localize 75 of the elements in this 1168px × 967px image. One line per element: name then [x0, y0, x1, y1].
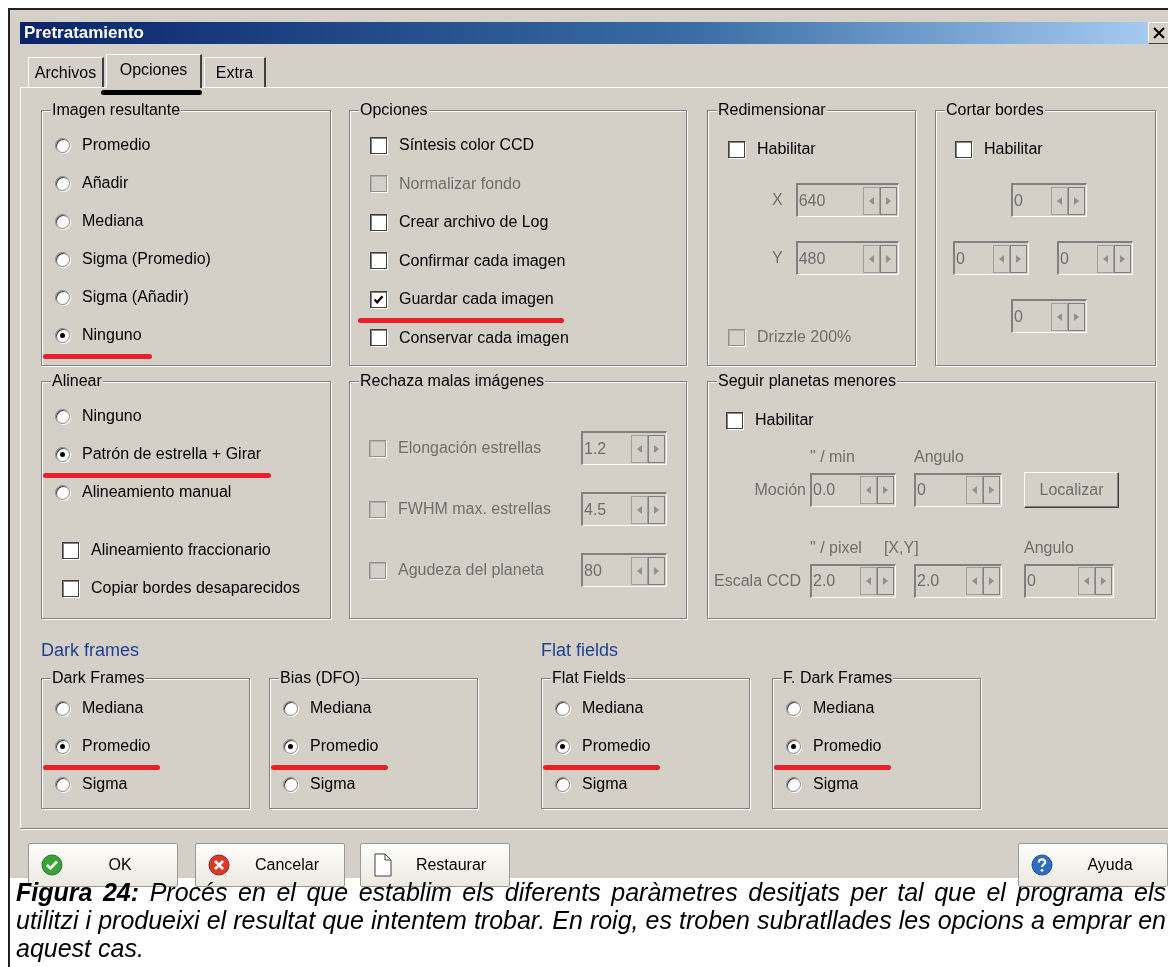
option-label[interactable]: Mediana	[310, 699, 372, 717]
option-label[interactable]: Sigma	[813, 775, 859, 793]
group-title: Bias (DFO)	[279, 668, 361, 688]
checkbox[interactable]	[370, 213, 387, 231]
option-label[interactable]: Mediana	[582, 699, 644, 717]
radio-button[interactable]	[786, 738, 801, 754]
close-icon	[1153, 27, 1165, 39]
option-label[interactable]: Promedio	[813, 737, 882, 755]
tab[interactable]: Archivos	[28, 57, 104, 87]
option-label[interactable]: Mediana	[82, 212, 144, 230]
option-label[interactable]: Promedio	[82, 737, 151, 755]
radio-button[interactable]	[55, 776, 70, 792]
checkbox[interactable]	[370, 329, 387, 346]
group-title: Rechaza malas imágenes	[359, 371, 546, 391]
field-label: Y	[772, 249, 783, 267]
checkbox-label[interactable]: Habilitar	[757, 140, 816, 158]
option-label[interactable]: Ninguno	[82, 407, 142, 425]
section-heading: Dark frames	[41, 640, 140, 660]
checkbox-label[interactable]: Habilitar	[984, 140, 1043, 158]
radio-button[interactable]	[555, 738, 570, 754]
option-label[interactable]: Promedio	[310, 737, 379, 755]
option-label[interactable]: Sigma (Promedio)	[82, 250, 211, 268]
radio-button[interactable]	[283, 776, 298, 792]
checkbox-label[interactable]: Síntesis color CCD	[399, 136, 535, 154]
tab[interactable]: Extra	[204, 57, 266, 87]
option-label[interactable]: Ninguno	[82, 326, 142, 344]
radio-button[interactable]	[786, 776, 801, 792]
group-title: Seguir planetas menores	[717, 371, 897, 391]
checkmark-icon	[373, 293, 384, 305]
radio-button[interactable]	[555, 700, 570, 716]
checkbox[interactable]	[62, 541, 79, 559]
checkbox-label[interactable]: Conservar cada imagen	[399, 328, 569, 347]
field-label: Angulo	[1024, 538, 1075, 557]
checkbox-label[interactable]: Copiar bordes desaparecidos	[91, 579, 300, 597]
option-label[interactable]: Promedio	[82, 136, 151, 154]
radio-button[interactable]	[55, 446, 70, 462]
checkbox[interactable]	[370, 290, 387, 308]
option-label[interactable]: Promedio	[582, 737, 651, 755]
option-label[interactable]: Añadir	[82, 174, 129, 192]
option-label[interactable]: Alineamiento manual	[82, 483, 232, 501]
window-title: Pretratamiento	[20, 22, 1148, 44]
unit-label: " / min	[810, 447, 856, 466]
close-button[interactable]	[1148, 22, 1168, 44]
option-label[interactable]: Sigma	[310, 775, 356, 793]
field-label: Moción	[754, 480, 806, 499]
checkbox-label[interactable]: Crear archivo de Log	[399, 213, 549, 231]
group-title: Imagen resultante	[51, 100, 182, 120]
option-label[interactable]: Sigma	[82, 775, 128, 793]
checkbox[interactable]	[62, 579, 79, 597]
field-label: Escala CCD	[714, 571, 802, 590]
check-icon	[41, 854, 63, 876]
checkbox[interactable]	[370, 136, 387, 154]
option-label[interactable]: Sigma (Añadir)	[82, 288, 189, 306]
document-icon	[373, 853, 393, 877]
option-label[interactable]: Mediana	[813, 699, 875, 717]
unit-label: [X,Y]	[883, 538, 919, 557]
option-label[interactable]: Sigma	[582, 775, 628, 793]
checkbox[interactable]	[728, 140, 745, 158]
unit-label: " / pixel	[810, 538, 862, 557]
checkbox[interactable]	[370, 252, 387, 269]
section-heading: Flat fields	[541, 640, 620, 660]
radio-button[interactable]	[55, 213, 70, 229]
checkbox-label[interactable]: Confirmar cada imagen	[399, 251, 566, 270]
group-title: Opciones	[359, 100, 429, 120]
option-label[interactable]: Mediana	[82, 699, 144, 717]
field-label: Angulo	[914, 447, 965, 466]
cancel-icon	[208, 854, 230, 876]
option-label[interactable]: Patrón de estrella + Girar	[82, 445, 262, 463]
radio-button[interactable]	[55, 408, 70, 424]
checkbox-label[interactable]: Guardar cada imagen	[399, 290, 554, 308]
radio-button[interactable]	[55, 251, 70, 267]
help-icon	[1031, 854, 1053, 876]
checkbox-label[interactable]: Alineamiento fraccionario	[91, 541, 271, 559]
field-label: X	[772, 191, 783, 209]
checkbox[interactable]	[955, 140, 972, 158]
